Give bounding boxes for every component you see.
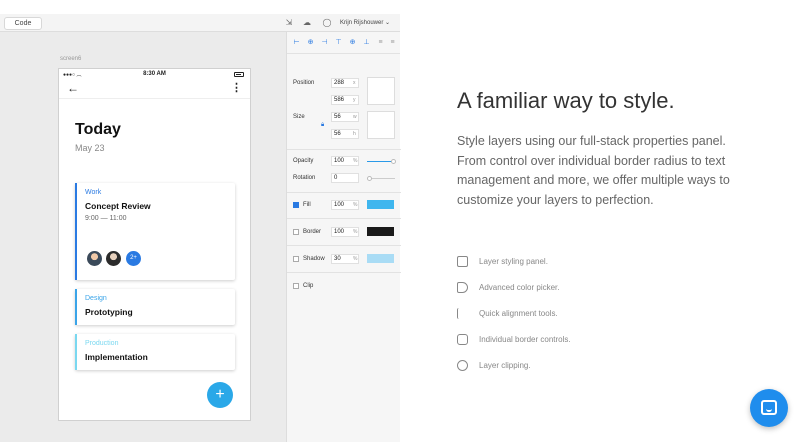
align-center-h-icon[interactable]: ⊕ <box>306 38 315 47</box>
align-right-icon[interactable]: ⊣ <box>320 38 329 47</box>
feature-label: Layer styling panel. <box>479 257 548 266</box>
card-time: 9:00 — 11:00 <box>85 215 127 222</box>
fill-color-swatch[interactable] <box>367 200 394 209</box>
feature-label: Layer clipping. <box>479 361 531 370</box>
position-pin-control[interactable] <box>367 77 395 105</box>
slider-fill <box>367 161 393 162</box>
editor-toolbar: Code ⇲ ☁ ◯ Krijn Rijshouwer ⌄ <box>0 14 400 32</box>
shadow-color-swatch[interactable] <box>367 254 394 263</box>
properties-panel: ⊢ ⊕ ⊣ ⊤ ⊕ ⊥ ≡ ≡ Position 288 x 586 y Siz… <box>286 32 401 442</box>
event-card-production[interactable]: Production Implementation <box>75 334 235 370</box>
card-title: Prototyping <box>85 307 133 317</box>
unit-x: x <box>353 80 356 86</box>
card-tag: Work <box>85 189 102 196</box>
clipping-icon <box>457 360 468 371</box>
align-tools-icon <box>457 308 468 319</box>
feature-label: Quick alignment tools. <box>479 309 558 318</box>
divider <box>287 218 401 219</box>
border-checkbox[interactable] <box>293 229 299 235</box>
shadow-checkbox[interactable] <box>293 256 299 262</box>
cloud-icon[interactable]: ☁ <box>302 18 312 28</box>
align-center-v-icon[interactable]: ⊕ <box>348 38 357 47</box>
color-picker-icon <box>457 282 468 293</box>
size-label: Size <box>293 114 305 120</box>
rotation-slider[interactable] <box>367 176 395 181</box>
unit-y: y <box>353 97 356 103</box>
code-button[interactable]: Code <box>4 17 42 30</box>
divider <box>287 149 401 150</box>
export-icon[interactable]: ⇲ <box>284 18 294 28</box>
avatar <box>87 251 102 266</box>
slider-knob[interactable] <box>391 159 396 164</box>
feature-label: Individual border controls. <box>479 335 571 344</box>
battery-icon <box>234 72 244 77</box>
size-constraint-control[interactable] <box>367 111 395 139</box>
status-time: 8:30 AM <box>143 71 166 77</box>
divider <box>287 272 401 273</box>
distribute-h-icon[interactable]: ≡ <box>376 38 385 47</box>
avatar-more-badge: 2+ <box>126 251 141 266</box>
status-bar: ●●●○ ︵ 8:30 AM <box>59 69 250 79</box>
unit-h: h <box>353 131 356 137</box>
chat-icon <box>761 400 777 415</box>
divider <box>287 192 401 193</box>
avatar <box>106 251 121 266</box>
card-title: Concept Review <box>85 201 151 211</box>
opacity-slider[interactable] <box>367 159 396 164</box>
card-tag: Design <box>85 295 107 302</box>
design-canvas[interactable]: screen6 ●●●○ ︵ 8:30 AM ← ⋮ Today May 23 … <box>0 32 286 442</box>
chat-launcher-button[interactable] <box>750 389 788 427</box>
distribute-v-icon[interactable]: ≡ <box>388 38 397 47</box>
card-accent-bar <box>75 289 77 325</box>
border-color-swatch[interactable] <box>367 227 394 236</box>
clip-label: Clip <box>303 283 314 289</box>
back-arrow-icon[interactable]: ← <box>67 81 79 95</box>
editor-window: Code ⇲ ☁ ◯ Krijn Rijshouwer ⌄ screen6 ●●… <box>0 14 401 442</box>
phone-frame[interactable]: ●●●○ ︵ 8:30 AM ← ⋮ Today May 23 Work Con… <box>58 68 251 421</box>
page-root: Code ⇲ ☁ ◯ Krijn Rijshouwer ⌄ screen6 ●●… <box>0 0 800 442</box>
unit-pct: % <box>353 202 358 208</box>
event-card-work[interactable]: Work Concept Review 9:00 — 11:00 2+ <box>75 183 235 280</box>
feature-label: Advanced color picker. <box>479 283 560 292</box>
fill-label: Fill <box>303 202 311 208</box>
screen-label: screen6 <box>60 56 82 62</box>
lock-ratio-icon[interactable]: 🔒︎ <box>321 122 324 129</box>
clip-checkbox[interactable] <box>293 283 299 289</box>
opacity-label: Opacity <box>293 158 314 164</box>
unit-pct: % <box>353 229 358 235</box>
nav-bar: ← ⋮ <box>59 79 250 99</box>
position-label: Position <box>293 80 315 86</box>
add-event-button[interactable]: + <box>207 382 233 408</box>
divider <box>287 245 401 246</box>
event-card-design[interactable]: Design Prototyping <box>75 289 235 325</box>
page-date: May 23 <box>75 143 105 153</box>
align-top-icon[interactable]: ⊤ <box>334 38 343 47</box>
align-bottom-icon[interactable]: ⊥ <box>362 38 371 47</box>
border-radius-icon <box>457 334 468 345</box>
more-vertical-icon[interactable]: ⋮ <box>231 81 242 94</box>
comment-icon[interactable]: ◯ <box>322 18 332 28</box>
section-headline: A familiar way to style. <box>457 88 675 113</box>
fill-checkbox[interactable] <box>293 202 299 208</box>
card-accent-bar <box>75 334 77 370</box>
unit-pct: % <box>353 158 358 164</box>
card-title: Implementation <box>85 352 148 362</box>
border-label: Border <box>303 229 322 235</box>
alignment-toolbar: ⊢ ⊕ ⊣ ⊤ ⊕ ⊥ ≡ ≡ <box>287 32 400 54</box>
unit-w: w <box>353 114 357 120</box>
user-menu[interactable]: Krijn Rijshouwer ⌄ <box>340 19 390 26</box>
page-title: Today <box>75 121 121 138</box>
rotation-input[interactable]: 0 <box>331 173 359 183</box>
align-left-icon[interactable]: ⊢ <box>292 38 301 47</box>
rotation-label: Rotation <box>293 175 316 181</box>
shadow-label: Shadow <box>303 256 325 262</box>
slider-knob[interactable] <box>367 176 372 181</box>
unit-pct: % <box>353 256 358 262</box>
section-description: Style layers using our full-stack proper… <box>457 134 730 207</box>
card-tag: Production <box>85 340 119 347</box>
card-accent-bar <box>75 183 77 280</box>
panel-layout-icon <box>457 256 468 267</box>
